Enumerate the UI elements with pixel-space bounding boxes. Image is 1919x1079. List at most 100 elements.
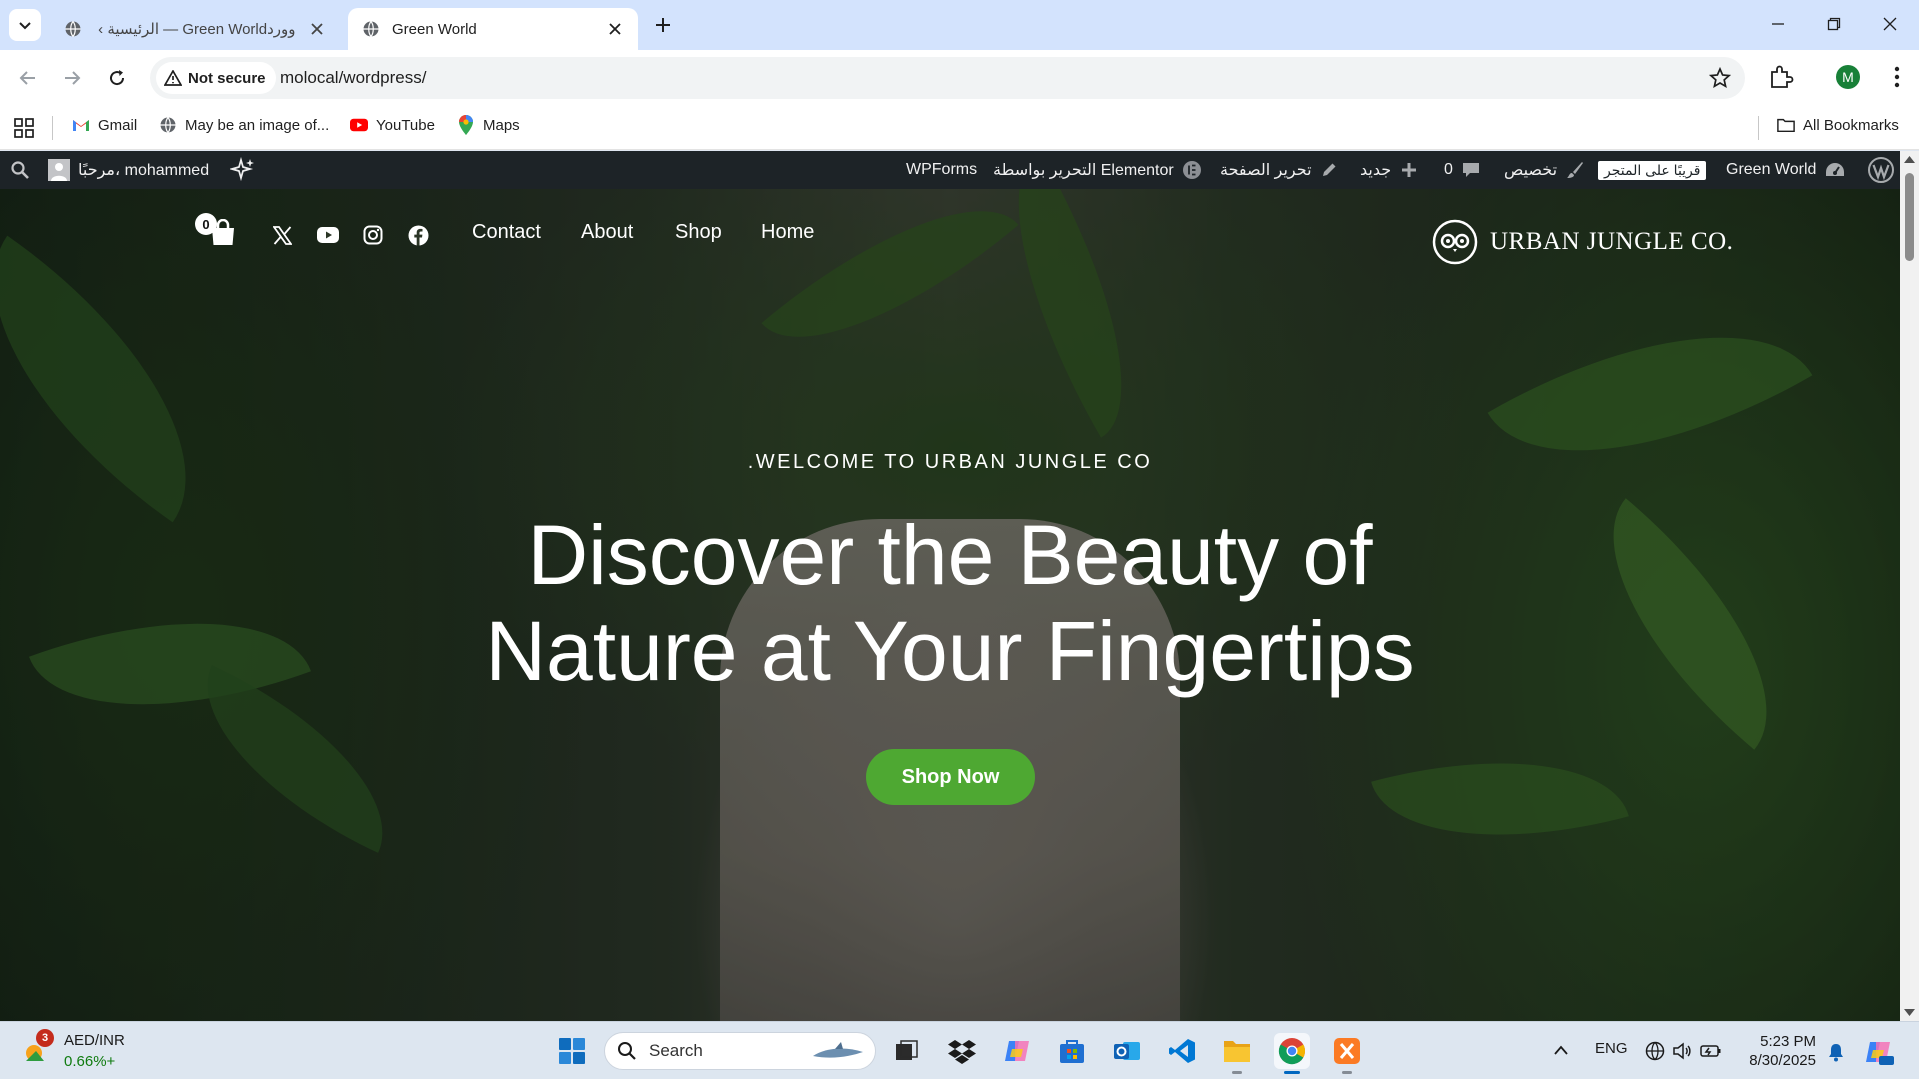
new-content[interactable]: جديد [1360, 151, 1417, 189]
close-window-button[interactable] [1868, 6, 1912, 42]
apps-grid-icon[interactable] [14, 118, 34, 138]
volume-icon[interactable] [1672, 1041, 1692, 1061]
site-info-button[interactable]: Not secure [156, 62, 276, 94]
nav-about[interactable]: About [581, 221, 633, 244]
windows-taskbar: 3 AED/INR 0.66%+ Search ENG 5:23 PM 8/30… [0, 1021, 1919, 1079]
widget-value: 0.66%+ [64, 1053, 116, 1070]
clock[interactable]: 5:23 PM 8/30/2025 [1740, 1032, 1816, 1070]
dropbox-icon [948, 1040, 976, 1064]
reload-button[interactable] [103, 64, 131, 92]
sparkle-icon [230, 157, 254, 182]
shop-now-button[interactable]: Shop Now [866, 749, 1035, 805]
nav-contact[interactable]: Contact [472, 221, 541, 244]
coming-soon-label: قريبًا على المتجر [1598, 160, 1707, 180]
minimize-button[interactable] [1756, 6, 1800, 42]
x-link[interactable] [270, 223, 294, 247]
pencil-icon [1322, 163, 1336, 176]
bookmark-youtube[interactable]: YouTube [350, 116, 435, 134]
address-bar[interactable]: Not secure molocal/wordpress/ [150, 57, 1745, 99]
edit-page[interactable]: تحرير الصفحة [1220, 151, 1338, 189]
site-logo[interactable]: URBAN JUNGLE CO. [1432, 219, 1733, 265]
weather-widget[interactable]: 3 AED/INR 0.66%+ [22, 1029, 142, 1073]
nav-home[interactable]: Home [761, 221, 814, 244]
reload-icon [110, 70, 125, 86]
menu-kebab-icon[interactable] [1884, 64, 1910, 90]
tab-search-button[interactable] [9, 9, 41, 41]
tab-inactive[interactable]: وورد‪ ‹ الرئيسية — Green World [50, 8, 340, 50]
bookmark-label: May be an image of... [185, 116, 330, 134]
close-icon[interactable] [606, 20, 624, 38]
tab-title: Green World [392, 20, 477, 38]
coming-soon-badge[interactable]: قريبًا على المتجر [1598, 151, 1707, 189]
task-view-icon [896, 1040, 918, 1060]
edit-with-elementor[interactable]: التحرير بواسطة Elementor [993, 151, 1202, 189]
wordpress-menu[interactable] [1868, 151, 1894, 189]
restore-button[interactable] [1812, 6, 1856, 42]
store-icon [1060, 1040, 1084, 1063]
plus-icon [656, 18, 670, 32]
taskbar-app[interactable] [1164, 1033, 1200, 1069]
chevron-down-icon [19, 22, 31, 30]
bookmark-maps[interactable]: Maps [457, 115, 520, 135]
forward-button[interactable] [58, 64, 86, 92]
notification-bell-icon[interactable] [1827, 1042, 1845, 1062]
taskbar-app[interactable] [999, 1033, 1035, 1069]
edit-page-label: تحرير الصفحة [1220, 162, 1312, 179]
taskbar-app[interactable] [1109, 1033, 1145, 1069]
page-scrollbar[interactable] [1900, 151, 1919, 1021]
hero-eyebrow: .WELCOME TO URBAN JUNGLE CO [747, 451, 1153, 473]
taskbar-search[interactable]: Search [604, 1032, 876, 1070]
logo-text: URBAN JUNGLE CO. [1490, 228, 1734, 255]
nav-shop[interactable]: Shop [675, 221, 722, 244]
taskbar-app[interactable] [1219, 1033, 1255, 1074]
taskbar-app[interactable] [1054, 1033, 1090, 1069]
scroll-thumb[interactable] [1905, 173, 1914, 261]
all-bookmarks-button[interactable]: All Bookmarks [1777, 116, 1899, 134]
my-account[interactable]: مرحبًا، mohammed [48, 151, 209, 189]
globe-icon [363, 21, 379, 37]
customize-label: تخصيص [1504, 162, 1558, 179]
warning-icon [164, 70, 182, 86]
site-name[interactable]: Green World [1726, 151, 1846, 189]
scroll-down-icon[interactable] [1904, 1009, 1915, 1017]
brush-icon [1567, 162, 1584, 178]
wpforms-menu[interactable]: WPForms [906, 151, 977, 189]
instagram-icon [363, 225, 383, 245]
extensions-icon[interactable] [1768, 64, 1794, 90]
back-button[interactable] [14, 64, 42, 92]
security-label: Not secure [188, 69, 266, 87]
url-text[interactable]: molocal/wordpress/ [280, 68, 426, 88]
youtube-link[interactable] [316, 223, 340, 247]
close-icon[interactable] [308, 20, 326, 38]
taskbar-app[interactable] [1329, 1033, 1365, 1074]
scroll-up-icon[interactable] [1904, 155, 1915, 163]
new-tab-button[interactable] [650, 12, 676, 38]
plus-icon [1402, 163, 1417, 177]
language-indicator[interactable]: ENG [1595, 1040, 1628, 1057]
notification-badge: 3 [36, 1029, 54, 1047]
taskbar-app[interactable] [889, 1033, 925, 1069]
ai-assistant-button[interactable] [230, 151, 256, 189]
profile-avatar[interactable]: M [1836, 65, 1860, 89]
taskbar-app[interactable] [944, 1033, 980, 1069]
bookmark-label: All Bookmarks [1803, 116, 1899, 134]
bookmark-gmail[interactable]: Gmail [72, 116, 137, 134]
instagram-link[interactable] [361, 223, 385, 247]
taskbar-app[interactable] [1274, 1033, 1310, 1074]
bookmark-star-icon[interactable] [1709, 67, 1731, 89]
globe-icon [65, 21, 81, 37]
chevron-up-icon[interactable] [1553, 1044, 1569, 1056]
admin-search[interactable] [10, 151, 30, 189]
battery-icon[interactable] [1700, 1042, 1722, 1060]
network-icon[interactable] [1645, 1041, 1665, 1061]
comments-count: 0 [1444, 161, 1453, 178]
comments[interactable]: 0 [1444, 151, 1481, 189]
tab-active[interactable]: Green World [348, 8, 638, 50]
start-button[interactable] [554, 1033, 590, 1069]
copilot-pre-icon[interactable] [1864, 1038, 1894, 1066]
widget-title: AED/INR [64, 1032, 125, 1049]
facebook-link[interactable] [406, 223, 430, 247]
running-indicator [1342, 1071, 1352, 1074]
customize[interactable]: تخصيص [1504, 151, 1585, 189]
bookmark-image[interactable]: May be an image of... [159, 116, 329, 134]
